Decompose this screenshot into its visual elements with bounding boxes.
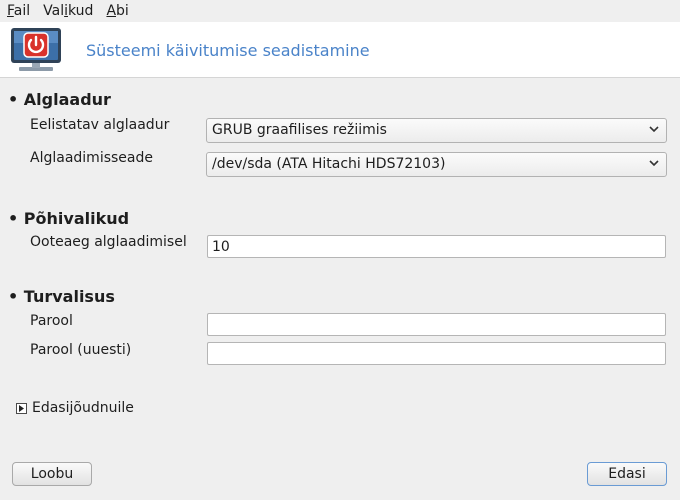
password-again-field[interactable] <box>207 342 666 365</box>
chevron-down-icon <box>649 126 659 133</box>
next-button[interactable]: Edasi <box>587 462 667 486</box>
password-again-label: Parool (uuesti) <box>30 342 132 358</box>
menu-help-mnemonic: A <box>106 3 117 19</box>
section-security-title: • Turvalisus <box>8 287 115 306</box>
menu-help[interactable]: Abi <box>99 3 134 19</box>
boot-timeout-label: Ooteaeg alglaadimisel <box>30 234 187 250</box>
password-field[interactable] <box>207 313 666 336</box>
advanced-expander[interactable]: Edasijõudnuile <box>16 400 134 416</box>
boot-device-value: /dev/sda (ATA Hitachi HDS72103) <box>212 156 446 172</box>
menu-bar: Fail Valikud Abi <box>0 0 680 22</box>
next-button-label: Edasi <box>608 466 646 482</box>
menu-file-label: ail <box>13 3 31 19</box>
cancel-button-label: Loobu <box>30 466 74 482</box>
expand-triangle-icon <box>16 402 27 414</box>
cancel-button[interactable]: Loobu <box>12 462 92 486</box>
password-label: Parool <box>30 313 73 329</box>
menu-options-label-start: Val <box>43 3 65 19</box>
default-bootloader-label: Eelistatav alglaadur <box>30 117 170 133</box>
power-monitor-icon <box>11 28 61 71</box>
page-title: Süsteemi käivitumise seadistamine <box>86 41 370 60</box>
menu-help-label: bi <box>116 3 129 19</box>
default-bootloader-value: GRUB graafilises režiimis <box>212 122 387 138</box>
header-banner: Süsteemi käivitumise seadistamine <box>0 22 680 78</box>
menu-file-mnemonic: F <box>7 3 14 19</box>
boot-timeout-field[interactable] <box>207 235 666 258</box>
menu-file[interactable]: Fail <box>0 3 36 19</box>
boot-device-select[interactable]: /dev/sda (ATA Hitachi HDS72103) <box>206 152 667 177</box>
menu-options-label-end: kud <box>68 3 94 19</box>
section-bootloader-title: • Alglaadur <box>8 90 111 109</box>
boot-device-label: Alglaadimisseade <box>30 150 153 166</box>
menu-options[interactable]: Valikud <box>36 3 99 19</box>
advanced-expander-label: Edasijõudnuile <box>32 400 134 416</box>
chevron-down-icon <box>649 160 659 167</box>
default-bootloader-select[interactable]: GRUB graafilises režiimis <box>206 118 667 143</box>
section-main-options-title: • Põhivalikud <box>8 209 130 228</box>
